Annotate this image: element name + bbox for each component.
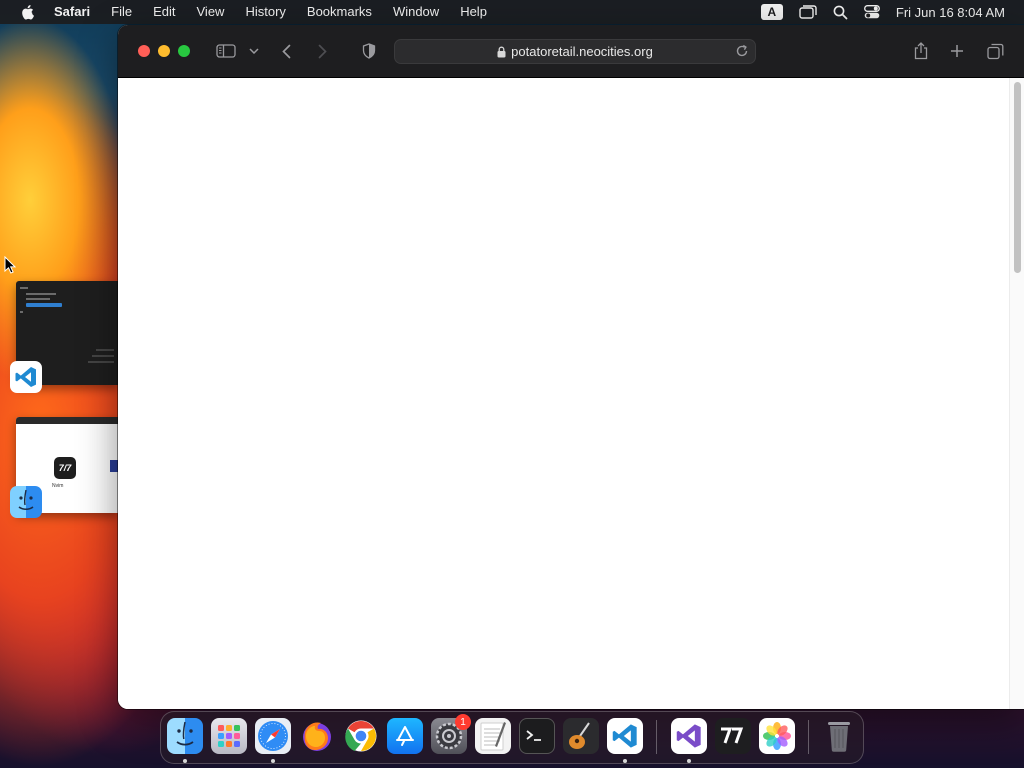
address-bar[interactable]: potatoretail.neocities.org [394,39,756,64]
dock-separator [808,720,809,754]
screen-mirroring-icon[interactable] [799,0,817,24]
menu-edit[interactable]: Edit [153,0,175,24]
zoom-window-button[interactable] [178,45,190,57]
thumb-line [20,287,28,289]
minimize-window-button[interactable] [158,45,170,57]
safari-toolbar: potatoretail.neocities.org [118,25,1024,78]
running-indicator [183,759,187,763]
dock-safari-icon[interactable] [255,718,291,754]
menu-help[interactable]: Help [460,0,487,24]
thumb-titlebar [16,417,118,424]
spotlight-search-icon[interactable] [833,0,848,24]
tab-group-chevron-down-icon[interactable] [247,39,261,63]
finder-icon [10,486,42,518]
share-icon[interactable] [912,39,930,63]
reload-icon[interactable] [735,44,749,58]
dock-system-settings-icon[interactable]: 1 [431,714,471,754]
dock-separator [656,720,657,754]
dock-visual-studio-icon[interactable] [671,718,707,754]
menu-app-safari[interactable]: Safari [54,0,90,24]
new-tab-plus-icon[interactable] [949,39,965,63]
dock-app-store-icon[interactable] [387,718,423,754]
dock-vscode-icon[interactable] [607,718,643,754]
back-arrow-icon[interactable] [278,39,294,63]
dock-chrome-icon[interactable] [343,718,379,754]
running-indicator [623,759,627,763]
dock-terminal-icon[interactable] [519,718,555,754]
menu-clock[interactable]: Fri Jun 16 8:04 AM [896,5,1005,20]
menu-bar: Safari File Edit View History Bookmarks … [0,0,1024,24]
address-url-text: potatoretail.neocities.org [511,44,653,59]
dock-launchpad-icon[interactable] [211,718,247,754]
notification-badge: 1 [455,714,471,730]
lock-icon [497,46,506,57]
forward-arrow-icon[interactable] [314,39,330,63]
running-indicator [687,759,691,763]
tab-overview-icon[interactable] [986,39,1004,63]
safari-window: potatoretail.neocities.org [118,25,1024,709]
sidebar-toggle-icon[interactable] [215,39,237,63]
vscode-icon [10,361,42,393]
mouse-cursor-icon [4,256,16,274]
dock-trash-icon[interactable] [821,718,857,754]
thumb-line [26,298,50,300]
address-url-display[interactable]: potatoretail.neocities.org [395,40,755,63]
menu-history[interactable]: History [245,0,285,24]
menu-bookmarks[interactable]: Bookmarks [307,0,372,24]
page-scrollbar[interactable] [1009,78,1024,709]
dock-garageband-icon[interactable] [563,718,599,754]
thumb-button [26,303,62,307]
keyboard-indicator: A [760,4,783,20]
menu-window[interactable]: Window [393,0,439,24]
dock-nvim-icon[interactable] [715,718,751,754]
thumb-line [92,355,114,357]
close-window-button[interactable] [138,45,150,57]
dock-finder-icon[interactable] [167,718,203,754]
menu-file[interactable]: File [111,0,132,24]
thumb-line [96,349,114,351]
nvim-logo: 7/7 [54,457,76,479]
scrollbar-thumb[interactable] [1014,82,1021,273]
dock-firefox-icon[interactable] [299,718,335,754]
thumb-label: Nvim [52,483,64,489]
dock-textedit-icon[interactable] [475,718,511,754]
thumb-line [88,361,114,363]
running-indicator [271,759,275,763]
apple-logo-icon[interactable] [20,4,34,20]
thumb-line [26,293,56,295]
thumb-line [20,311,23,313]
menu-view[interactable]: View [197,0,225,24]
web-page-content[interactable] [118,78,1024,709]
dock: 1 [160,711,864,764]
keyboard-input-icon[interactable]: A [760,0,783,24]
dock-photos-icon[interactable] [759,718,795,754]
control-center-icon[interactable] [863,0,880,24]
privacy-shield-icon[interactable] [361,39,377,63]
thumb-block [110,460,118,472]
